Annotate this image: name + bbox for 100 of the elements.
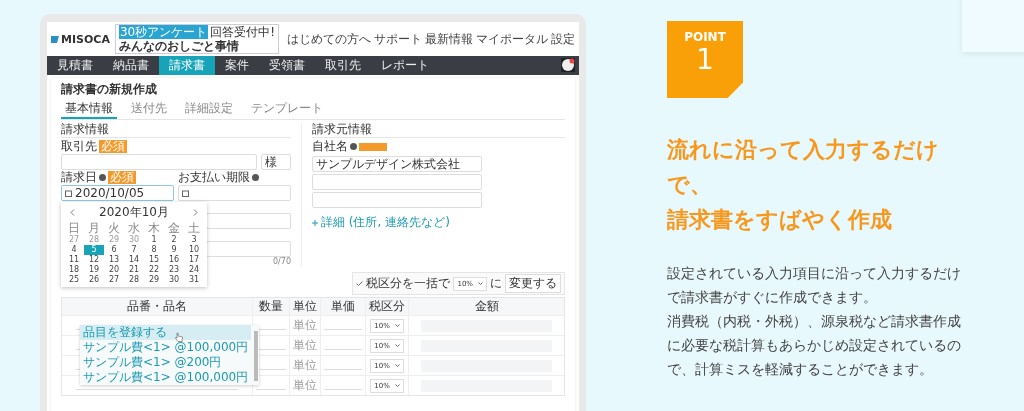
calendar-day[interactable]: 17: [184, 255, 204, 265]
feature-heading: 請求書をすばやく作成: [667, 206, 892, 234]
form-tab[interactable]: 送付先: [127, 100, 171, 119]
column-header: 金額: [408, 298, 564, 315]
section-title: 請求元情報: [312, 122, 565, 138]
calendar-day[interactable]: 12: [84, 255, 104, 265]
calendar-day[interactable]: 18: [64, 265, 84, 275]
header-link[interactable]: 最新情報: [425, 30, 473, 48]
calendar-day[interactable]: 14: [124, 255, 144, 265]
header-link[interactable]: はじめての方へ: [287, 30, 371, 48]
field-label: 請求日: [61, 170, 97, 185]
check-icon: [356, 281, 364, 286]
chevron-right-icon[interactable]: [193, 209, 198, 216]
plus-icon: [312, 219, 318, 226]
company-field[interactable]: サンプルデザイン株式会社: [312, 156, 482, 172]
weekday-label: 水: [127, 222, 141, 235]
weekday-label: 月: [87, 222, 101, 235]
help-icon[interactable]: [99, 174, 106, 181]
form-tab[interactable]: 基本情報: [61, 100, 117, 119]
calendar-day[interactable]: 6: [104, 245, 124, 255]
help-icon[interactable]: [252, 174, 259, 181]
calendar-icon: [182, 189, 189, 197]
toolbar-label: 税区分を一括で: [366, 275, 451, 292]
point-number: 1: [696, 44, 714, 76]
calendar-day[interactable]: 1: [144, 235, 164, 245]
change-button[interactable]: 変更する: [505, 274, 561, 293]
scrollbar[interactable]: [254, 331, 259, 381]
feature-heading: 流れに沿って入力するだけで、: [667, 136, 940, 199]
banner-tag: 30秒アンケート: [118, 25, 209, 39]
calendar-day[interactable]: 19: [84, 265, 104, 275]
calendar-day[interactable]: 22: [144, 265, 164, 275]
calendar-day[interactable]: 30: [164, 275, 184, 285]
honorific-field[interactable]: 様: [261, 154, 291, 170]
calendar-day[interactable]: 10: [184, 245, 204, 255]
calendar-day[interactable]: 9: [164, 245, 184, 255]
column-header: 数量: [252, 298, 289, 315]
calendar-day[interactable]: 25: [64, 275, 84, 285]
caret-icon: [394, 344, 400, 347]
calendar-day[interactable]: 11: [64, 255, 84, 265]
weekday-label: 土: [187, 222, 201, 235]
column-header: 品番・品名: [126, 298, 188, 315]
required-badge: 必須: [108, 171, 136, 184]
field-label: 取引先: [61, 139, 97, 154]
help-icon[interactable]: [350, 143, 357, 150]
form-tab[interactable]: 詳細設定: [181, 100, 237, 119]
nav-tab[interactable]: 案件: [215, 56, 259, 75]
column-header: 単位: [289, 298, 320, 315]
caret-icon: [478, 282, 483, 285]
calendar-day[interactable]: 8: [144, 245, 164, 255]
calendar-day[interactable]: 27: [104, 275, 124, 285]
client-field[interactable]: [61, 154, 257, 170]
toolbar-label: に: [490, 275, 502, 292]
calendar-day[interactable]: 3: [184, 235, 204, 245]
calendar-day[interactable]: 23: [164, 265, 184, 275]
calendar-day[interactable]: 2: [164, 235, 184, 245]
nav-tab[interactable]: 納品書: [103, 56, 159, 75]
calendar-day[interactable]: 31: [184, 275, 204, 285]
due-date-field[interactable]: [178, 185, 291, 201]
input-field[interactable]: [312, 174, 482, 190]
header-link[interactable]: 設定: [551, 30, 575, 48]
calendar-day[interactable]: 16: [164, 255, 184, 265]
banner-text: 回答受付中!: [210, 25, 275, 39]
hand-cursor-icon: [175, 332, 183, 342]
nav-tab[interactable]: 取引先: [315, 56, 371, 75]
calendar-day[interactable]: 24: [184, 265, 204, 275]
calendar-day[interactable]: 15: [144, 255, 164, 265]
header-link[interactable]: サポート: [374, 30, 422, 48]
column-header: 単価: [320, 298, 365, 315]
character-counter: 0/70: [273, 257, 291, 267]
survey-banner[interactable]: 30秒アンケート 回答受付中! みんなのおしごと事情: [114, 24, 279, 54]
calendar-day[interactable]: 13: [104, 255, 124, 265]
badge-icon: [359, 142, 387, 151]
section-title: 請求情報: [61, 122, 291, 138]
column-header: 税区分: [365, 298, 408, 315]
calendar-day[interactable]: 4: [64, 245, 84, 255]
details-link[interactable]: 詳細 (住所, 連絡先など): [321, 214, 450, 231]
calendar-month: 2020年10月: [99, 204, 169, 221]
nav-tab[interactable]: レポート: [371, 56, 439, 75]
calendar-day[interactable]: 21: [124, 265, 144, 275]
input-field[interactable]: [312, 192, 482, 208]
logo-text[interactable]: MISOCA: [61, 32, 110, 46]
chevron-left-icon[interactable]: [70, 209, 75, 216]
calendar-day[interactable]: 29: [144, 275, 164, 285]
calendar-day[interactable]: 20: [104, 265, 124, 275]
calendar-day[interactable]: 26: [84, 275, 104, 285]
caret-icon: [394, 324, 400, 327]
user-avatar-icon[interactable]: [561, 58, 575, 72]
page-title: 請求書の新規作成: [61, 81, 158, 98]
feature-description: 消費税（内税・外税）、源泉税など請求書作成に必要な税計算もあらかじめ設定されているので、計算ミスを軽減することができます。: [667, 312, 962, 379]
date-field[interactable]: 2020/10/05: [61, 185, 174, 201]
nav-tab[interactable]: 受領書: [259, 56, 315, 75]
point-label: POINT: [684, 30, 726, 44]
calendar-day[interactable]: 7: [124, 245, 144, 255]
header-link[interactable]: マイポータル: [476, 30, 548, 48]
form-tab[interactable]: テンプレート: [247, 100, 327, 119]
weekday-label: 金: [167, 222, 181, 235]
required-badge: 必須: [99, 140, 127, 153]
nav-tab[interactable]: 見積書: [47, 56, 103, 75]
calendar-day[interactable]: 28: [124, 275, 144, 285]
caret-icon: [394, 384, 400, 387]
